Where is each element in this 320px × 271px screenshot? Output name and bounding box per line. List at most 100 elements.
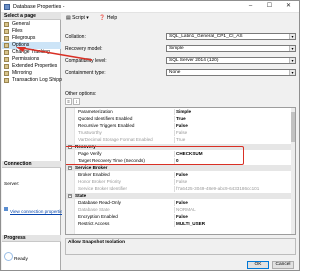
chevron-down-icon: ▾ xyxy=(289,34,295,39)
page-icon xyxy=(4,22,9,27)
other-options-label: Other options: xyxy=(65,91,97,97)
recovery-model-value: Simple xyxy=(169,46,184,51)
grid-property-row[interactable]: Parameterization Simple xyxy=(66,109,295,115)
select-page-header: Select a page xyxy=(2,13,61,20)
grid-value[interactable]: False xyxy=(176,130,294,136)
connection-properties-icon xyxy=(4,207,8,211)
grid-value[interactable]: False xyxy=(176,179,294,185)
database-icon xyxy=(4,4,10,10)
grid-key: Database Read-Only xyxy=(78,200,121,205)
grid-property-row[interactable]: Encryption Enabled False xyxy=(66,214,295,220)
minimize-button[interactable]: – xyxy=(242,1,259,12)
grid-key: VarDecimal Storage Format Enabled xyxy=(78,137,153,142)
grid-property-row[interactable]: Broker Enabled False xyxy=(66,172,295,178)
window-title: Database Properties - xyxy=(13,4,65,10)
grid-key: Broker Enabled xyxy=(78,172,110,177)
grid-column-divider xyxy=(174,186,175,192)
page-item-label: Transaction Log Shipping xyxy=(12,77,69,83)
page-item-label: Filegroups xyxy=(12,35,36,41)
grid-column-divider xyxy=(174,130,175,136)
categorized-view-icon[interactable]: ≡ xyxy=(65,98,72,105)
containment-type-value: None xyxy=(169,70,181,75)
grid-property-row[interactable]: Recursive Triggers Enabled False xyxy=(66,123,295,129)
page-icon xyxy=(4,43,9,48)
page-icon xyxy=(4,71,9,76)
server-label: Server: xyxy=(4,182,20,187)
view-connection-properties-link[interactable]: View connection properties xyxy=(10,209,65,214)
collapse-icon[interactable]: − xyxy=(68,166,72,170)
grid-value[interactable]: f7a6425-3049-48e9-abc9-6433186cc101 xyxy=(176,186,294,192)
compatibility-level-value: SQL Server 2014 (120) xyxy=(169,58,219,63)
collapse-icon[interactable]: − xyxy=(68,194,72,198)
grid-key: Trustworthy xyxy=(78,130,102,135)
connection-header: Connection xyxy=(2,161,61,168)
containment-type-select[interactable]: None ▾ xyxy=(166,69,296,76)
page-item-filegroups[interactable]: Filegroups xyxy=(2,35,61,42)
grid-property-row[interactable]: Database State NORMAL xyxy=(66,207,295,213)
close-button[interactable]: ✕ xyxy=(280,1,297,12)
grid-property-row[interactable]: VarDecimal Storage Format Enabled True xyxy=(66,137,295,143)
alphabetical-view-icon[interactable]: ↕ xyxy=(73,98,80,105)
grid-property-row[interactable]: Database Read-Only False xyxy=(66,200,295,206)
grid-value[interactable]: Simple xyxy=(176,109,294,115)
page-icon xyxy=(4,64,9,69)
grid-value[interactable]: NORMAL xyxy=(176,207,294,213)
collation-select[interactable]: SQL_Latin1_General_CP1_CI_AS ▾ xyxy=(166,33,296,40)
grid-column-divider xyxy=(174,123,175,129)
grid-category-row[interactable]: − Service Broker xyxy=(66,165,295,171)
recovery-highlight-box xyxy=(66,146,244,165)
maximize-button[interactable]: ☐ xyxy=(261,1,278,12)
page-icon xyxy=(4,36,9,41)
page-icon xyxy=(4,50,9,55)
grid-key: Database State xyxy=(78,207,110,212)
grid-key: Restrict Access xyxy=(78,221,110,226)
annotation-arrow xyxy=(16,47,93,61)
progress-status: Ready xyxy=(14,257,28,262)
grid-key: Service Broker Identifier xyxy=(78,186,128,191)
grid-value[interactable]: False xyxy=(176,123,294,129)
grid-scrollbar[interactable] xyxy=(291,108,295,234)
grid-column-divider xyxy=(174,172,175,178)
grid-key: Parameterization xyxy=(78,109,113,114)
page-item-label: Files xyxy=(12,28,23,34)
grid-column-divider xyxy=(174,207,175,213)
grid-property-row[interactable]: Restrict Access MULTI_USER xyxy=(66,221,295,227)
page-item-extended-properties[interactable]: Extended Properties xyxy=(2,63,61,70)
page-item-mirroring[interactable]: Mirroring xyxy=(2,70,61,77)
grid-value[interactable]: True xyxy=(176,137,294,143)
chevron-down-icon: ▾ xyxy=(289,70,295,75)
page-item-general[interactable]: General xyxy=(2,21,61,28)
page-item-files[interactable]: Files xyxy=(2,28,61,35)
grid-value[interactable]: False xyxy=(176,214,294,220)
progress-header: Progress xyxy=(2,235,61,242)
grid-property-row[interactable]: Service Broker Identifier f7a6425-3049-48… xyxy=(66,186,295,192)
compatibility-level-select[interactable]: SQL Server 2014 (120) ▾ xyxy=(166,57,296,64)
grid-key: Honor Broker Priority xyxy=(78,179,121,184)
grid-value[interactable]: False xyxy=(176,172,294,178)
collation-value: SQL_Latin1_General_CP1_CI_AS xyxy=(169,34,243,39)
chevron-down-icon: ▾ xyxy=(289,58,295,63)
scrollbar-thumb[interactable] xyxy=(291,112,295,142)
grid-value[interactable]: MULTI_USER xyxy=(176,221,294,227)
help-button[interactable]: ❓ Help xyxy=(97,14,119,23)
property-grid-toolbar: ≡ ↕ xyxy=(65,98,81,106)
grid-category-row[interactable]: − State xyxy=(66,193,295,199)
grid-column-divider xyxy=(174,221,175,227)
arrow-head xyxy=(16,47,26,52)
cancel-button[interactable]: Cancel xyxy=(272,261,294,269)
grid-property-row[interactable]: Honor Broker Priority False xyxy=(66,179,295,185)
grid-value[interactable]: False xyxy=(176,200,294,206)
grid-property-row[interactable]: Quoted Identifiers Enabled True xyxy=(66,116,295,122)
page-item-transaction-log-shipping[interactable]: Transaction Log Shipping xyxy=(2,77,69,84)
grid-column-divider xyxy=(174,200,175,206)
grid-key: Quoted Identifiers Enabled xyxy=(78,116,133,121)
grid-property-row[interactable]: Trustworthy False xyxy=(66,130,295,136)
script-button[interactable]: ▤ Script ▾ xyxy=(64,14,91,23)
grid-value[interactable]: True xyxy=(176,116,294,122)
page-icon xyxy=(4,57,9,62)
page-item-label: Mirroring xyxy=(12,70,32,76)
recovery-model-select[interactable]: Simple ▾ xyxy=(166,45,296,52)
ok-button[interactable]: OK xyxy=(247,261,269,269)
title-bar: Database Properties - – ☐ ✕ xyxy=(1,1,299,13)
grid-column-divider xyxy=(174,137,175,143)
